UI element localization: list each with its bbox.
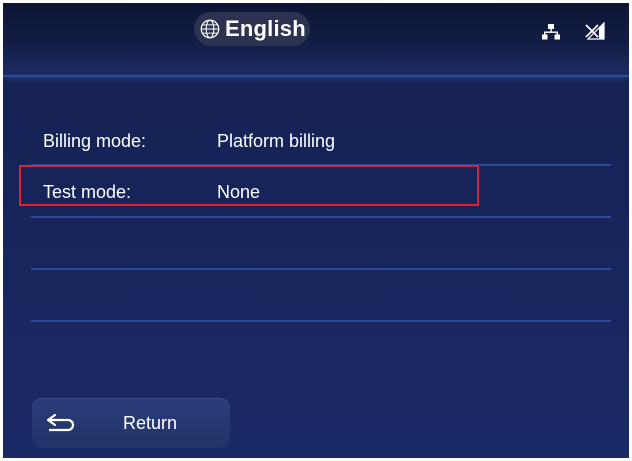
top-bar: English [3, 3, 629, 77]
billing-mode-label: Billing mode: [43, 131, 147, 151]
language-label: English [225, 16, 306, 41]
separator [31, 216, 611, 218]
no-signal-icon [585, 21, 605, 40]
separator [31, 320, 611, 322]
highlight-box [19, 165, 479, 206]
separator [31, 268, 611, 270]
return-button[interactable]: Return [32, 398, 230, 448]
language-selector[interactable]: English [194, 12, 310, 46]
billing-mode-value: Platform billing [217, 131, 336, 151]
globe-icon [200, 19, 220, 39]
billing-mode-row: Billing mode: Platform billing [3, 129, 629, 153]
network-icon [542, 24, 560, 40]
screen: English Billing mode: Platform billing T… [3, 3, 629, 458]
return-label: Return [123, 413, 178, 433]
return-arrow-icon [46, 413, 75, 432]
